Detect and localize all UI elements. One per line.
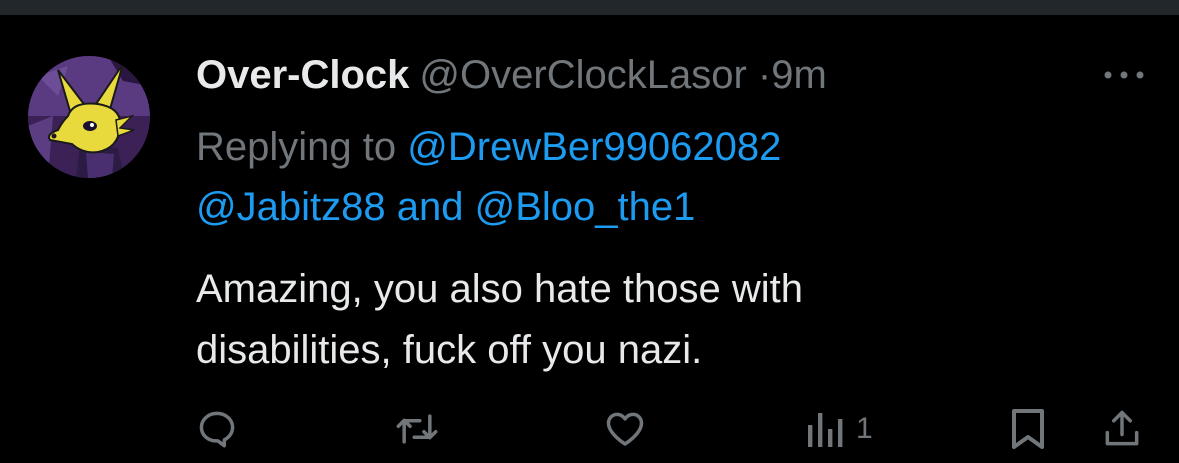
avatar[interactable] xyxy=(28,56,150,178)
share-icon xyxy=(1105,410,1139,446)
heart-icon xyxy=(606,412,644,446)
retweet-button[interactable] xyxy=(394,407,440,451)
mention-link-bloo[interactable]: @Bloo_the1 xyxy=(475,185,696,229)
views-icon xyxy=(808,413,843,447)
share-button[interactable] xyxy=(1100,407,1144,451)
replying-and: and xyxy=(396,185,464,229)
top-divider-bar xyxy=(0,0,1179,15)
mention-link-drewber[interactable]: @DrewBer99062082 xyxy=(407,125,781,169)
reply-icon xyxy=(199,411,235,448)
avatar-image xyxy=(28,56,150,178)
tweet-text-line: Amazing, you also hate those with xyxy=(196,267,804,311)
timestamp[interactable]: 9m xyxy=(771,53,827,97)
views-count: 1 xyxy=(856,412,873,445)
tweet-text-line: disabilities, fuck off you nazi. xyxy=(196,328,703,372)
replying-prefix: Replying to xyxy=(196,125,397,169)
views-button[interactable]: 1 xyxy=(804,407,873,451)
like-button[interactable] xyxy=(602,407,648,451)
user-handle[interactable]: @OverClockLasor xyxy=(419,53,746,97)
replying-to: Replying to @DrewBer99062082 @Jabitz88 a… xyxy=(196,117,1096,237)
tweet-body: Amazing, you also hate those with disabi… xyxy=(196,259,1096,381)
mention-link-jabitz[interactable]: @Jabitz88 xyxy=(196,185,386,229)
reply-button[interactable] xyxy=(195,407,239,451)
bookmark-button[interactable] xyxy=(1010,407,1046,451)
retweet-icon xyxy=(396,414,438,444)
more-options-icon[interactable] xyxy=(1100,63,1148,87)
tweet-card[interactable]: Over-Clock @OverClockLasor ·9m Replying t… xyxy=(0,15,1179,463)
separator-dot: · xyxy=(757,53,772,97)
bookmark-icon xyxy=(1012,409,1044,449)
tweet-header: Over-Clock @OverClockLasor ·9m xyxy=(196,49,827,101)
display-name[interactable]: Over-Clock xyxy=(196,53,409,97)
